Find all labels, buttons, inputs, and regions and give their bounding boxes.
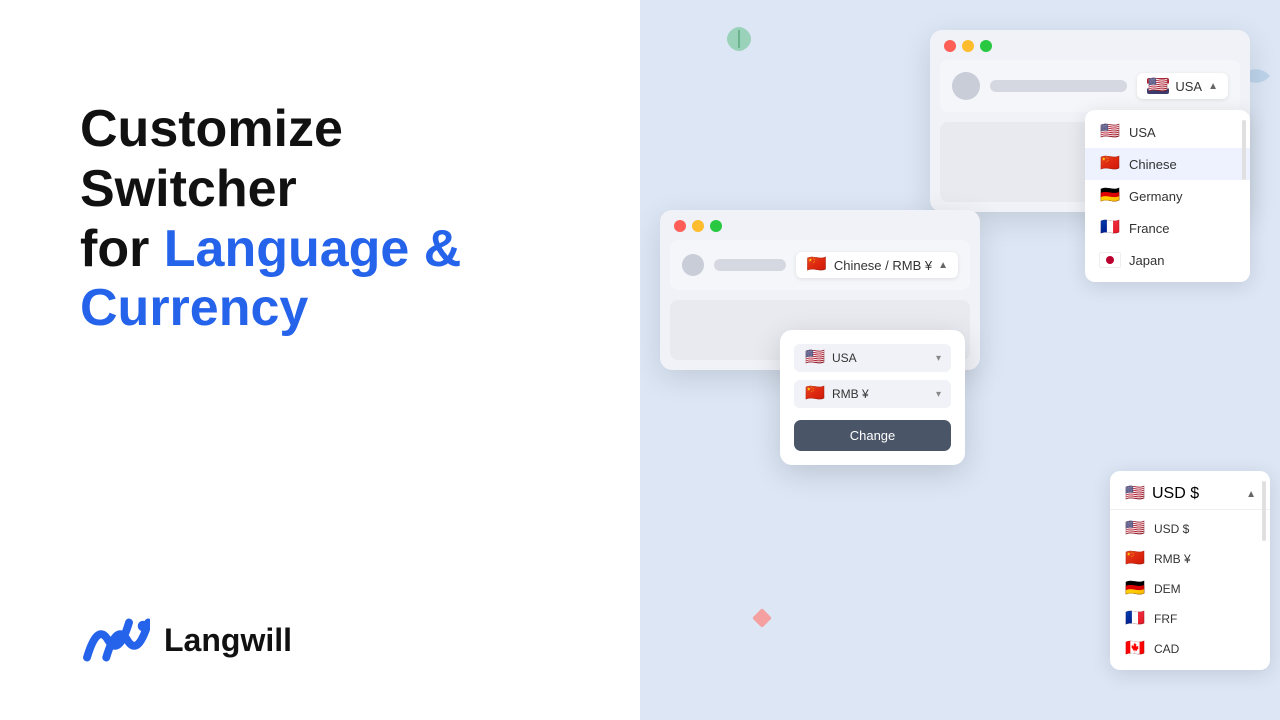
flag-us-dd: 🇺🇸	[1099, 124, 1121, 140]
flag-us-main: 🇺🇸	[1147, 78, 1169, 94]
switcher-modal: 🇺🇸 USA ▾ 🇨🇳 RMB ¥ ▾ Change	[780, 330, 965, 465]
lang-item-japan[interactable]: Japan	[1085, 244, 1250, 276]
logo-icon	[80, 610, 150, 670]
lang-item-germany[interactable]: 🇩🇪 Germany	[1085, 180, 1250, 212]
flag-jp-dd	[1099, 252, 1121, 268]
lang-select-label: USA	[832, 351, 857, 365]
currency-item-usd[interactable]: 🇺🇸 USD $	[1110, 514, 1270, 544]
lang-label-japan: Japan	[1129, 253, 1164, 268]
dot-red	[944, 40, 956, 52]
lang-item-france[interactable]: 🇫🇷 France	[1085, 212, 1250, 244]
deco-diamond-1	[752, 608, 772, 628]
currency-select-arrow: ▾	[936, 389, 941, 400]
avatar-small	[682, 254, 704, 276]
lang-select-arrow: ▾	[936, 353, 941, 364]
currency-item-cad[interactable]: 🇨🇦 CAD	[1110, 634, 1270, 664]
flag-de-c3: 🇩🇪	[1124, 581, 1146, 597]
currency-select[interactable]: 🇨🇳 RMB ¥ ▾	[794, 380, 951, 408]
url-bar-small	[714, 259, 786, 271]
scrollbar-currency[interactable]	[1262, 481, 1266, 541]
currency-label-rmb: RMB ¥	[1154, 552, 1191, 566]
currency-item-dem[interactable]: 🇩🇪 DEM	[1110, 574, 1270, 604]
lang-label-germany: Germany	[1129, 189, 1182, 204]
flag-fr-dd: 🇫🇷	[1099, 220, 1121, 236]
flag-us-curr: 🇺🇸	[1124, 486, 1146, 502]
currency-header-label: USD $	[1152, 485, 1199, 503]
dot-yellow	[962, 40, 974, 52]
flag-cn-dd: 🇨🇳	[1099, 156, 1121, 172]
avatar-main	[952, 72, 980, 100]
lang-select[interactable]: 🇺🇸 USA ▾	[794, 344, 951, 372]
browser-nav-main: 🇺🇸 USA ▲	[940, 60, 1240, 112]
currency-dropdown-header[interactable]: 🇺🇸 USD $ ▲	[1110, 477, 1270, 510]
currency-header-arrow: ▲	[1246, 489, 1256, 500]
currency-label-usd: USD $	[1154, 522, 1189, 536]
headline-text: Customize Switcher for Language & Curren…	[80, 100, 570, 339]
currency-select-label: RMB ¥	[832, 387, 869, 401]
lang-dropdown-btn-small[interactable]: 🇨🇳 Chinese / RMB ¥ ▲	[796, 252, 958, 278]
flag-cn-c2: 🇨🇳	[1124, 551, 1146, 567]
browser-nav-small: 🇨🇳 Chinese / RMB ¥ ▲	[670, 240, 970, 290]
flag-cn-switcher: 🇨🇳	[804, 386, 826, 402]
currency-label-frf: FRF	[1154, 612, 1177, 626]
lang-label-usa: USA	[1129, 125, 1156, 140]
lang-label-france: France	[1129, 221, 1169, 236]
logo-text: Langwill	[164, 622, 292, 659]
lang-label-main: USA	[1175, 79, 1202, 94]
currency-item-rmb[interactable]: 🇨🇳 RMB ¥	[1110, 544, 1270, 574]
lang-item-chinese[interactable]: 🇨🇳 Chinese	[1085, 148, 1250, 180]
lang-dropdown-btn-main[interactable]: 🇺🇸 USA ▲	[1137, 73, 1228, 99]
flag-de-dd: 🇩🇪	[1099, 188, 1121, 204]
browser-top-bar-small	[660, 210, 980, 240]
scrollbar-lang[interactable]	[1242, 120, 1246, 180]
currency-item-frf[interactable]: 🇫🇷 FRF	[1110, 604, 1270, 634]
left-panel: Customize Switcher for Language & Curren…	[0, 0, 640, 720]
dot-red-s	[674, 220, 686, 232]
url-bar-main	[990, 80, 1127, 92]
dot-green-s	[710, 220, 722, 232]
flag-ca-c5: 🇨🇦	[1124, 641, 1146, 657]
currency-dropdown: 🇺🇸 USD $ ▲ 🇺🇸 USD $ 🇨🇳 RMB ¥ 🇩🇪 DEM 🇫🇷 F…	[1110, 471, 1270, 670]
dropdown-arrow-main: ▲	[1208, 81, 1218, 92]
currency-label-dem: DEM	[1154, 582, 1181, 596]
flag-fr-c4: 🇫🇷	[1124, 611, 1146, 627]
dropdown-arrow-small: ▲	[938, 260, 948, 271]
flag-us-c1: 🇺🇸	[1124, 521, 1146, 537]
flag-us-switcher: 🇺🇸	[804, 350, 826, 366]
lang-dropdown: 🇺🇸 USA 🇨🇳 Chinese 🇩🇪 Germany 🇫🇷 France J…	[1085, 110, 1250, 282]
right-panel: 🇺🇸 USA ▲ 🇺🇸 USA 🇨🇳 Chinese 🇩🇪 Germany 🇫🇷…	[640, 0, 1280, 720]
dot-green	[980, 40, 992, 52]
change-button[interactable]: Change	[794, 420, 951, 451]
logo-area: Langwill	[80, 610, 570, 670]
lang-label-small: Chinese / RMB ¥	[834, 258, 932, 273]
dot-yellow-s	[692, 220, 704, 232]
browser-top-bar-main	[930, 30, 1250, 60]
deco-leaf-top	[725, 25, 753, 53]
headline: Customize Switcher for Language & Curren…	[80, 100, 570, 339]
flag-cn-small: 🇨🇳	[806, 257, 828, 273]
lang-item-usa[interactable]: 🇺🇸 USA	[1085, 116, 1250, 148]
lang-label-chinese: Chinese	[1129, 157, 1177, 172]
currency-label-cad: CAD	[1154, 642, 1179, 656]
